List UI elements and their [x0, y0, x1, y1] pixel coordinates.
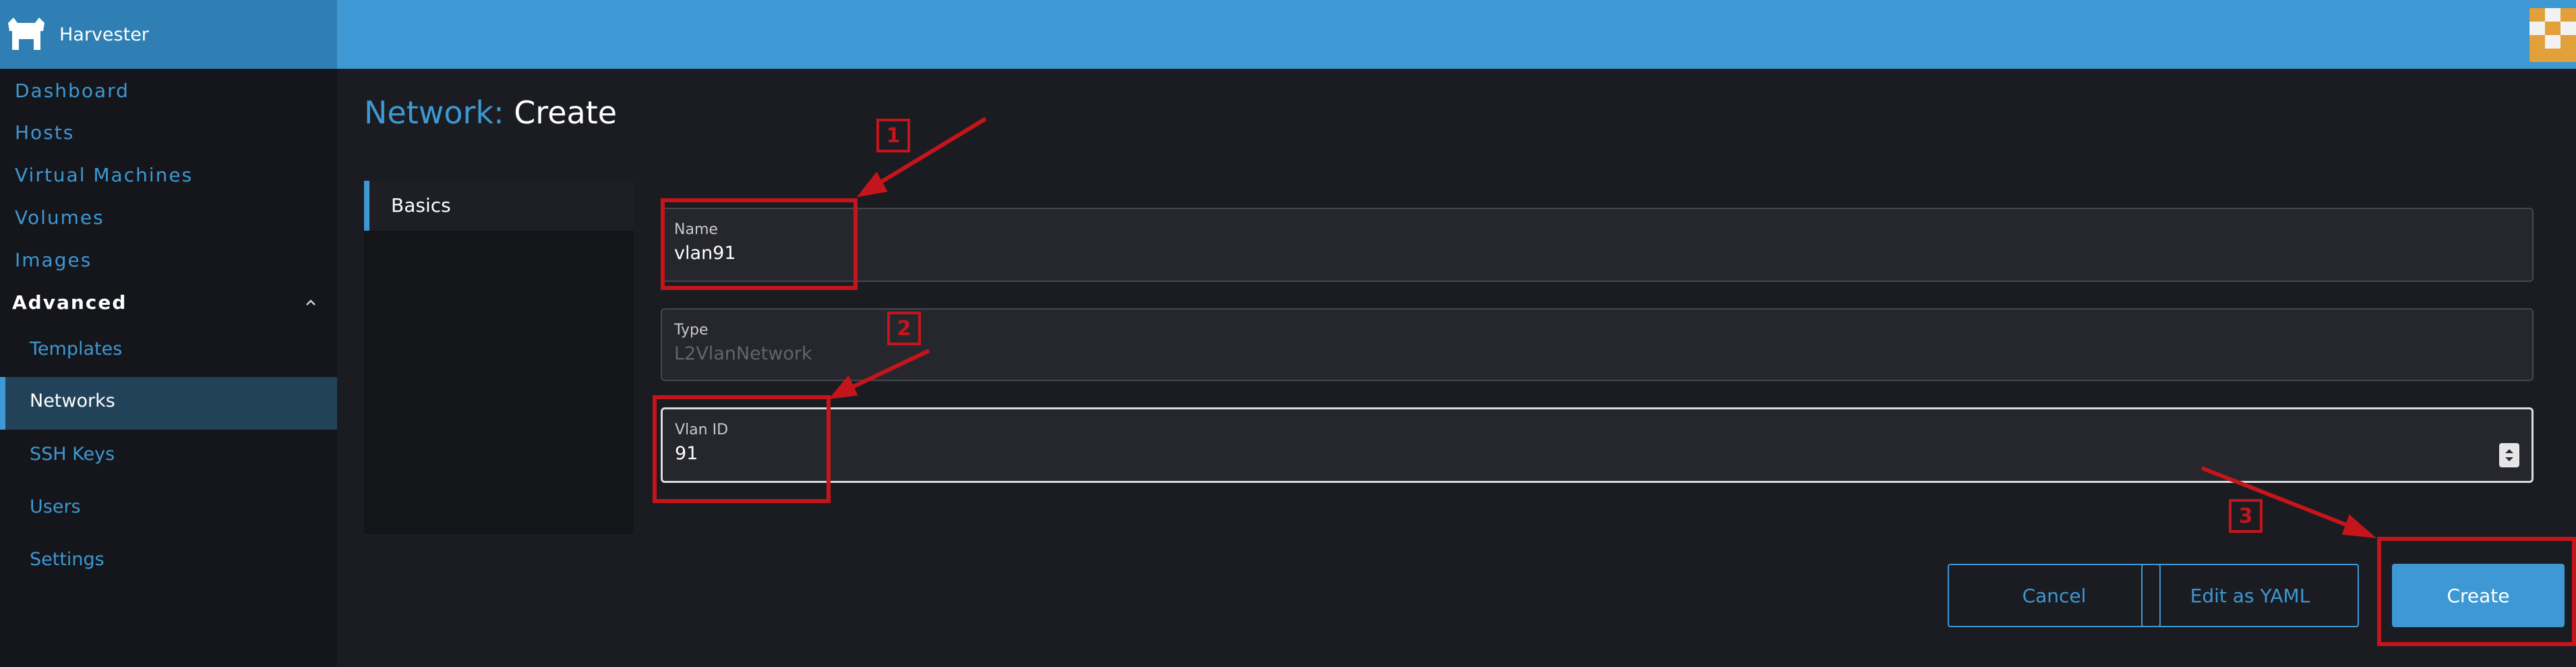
- annotation-number-3: 3: [2229, 499, 2263, 533]
- edit-as-yaml-button[interactable]: Edit as YAML: [2141, 564, 2359, 627]
- sidebar-item-settings[interactable]: Settings: [30, 549, 104, 570]
- top-header: [0, 0, 2576, 69]
- page-title-resource: Network:: [364, 94, 504, 131]
- sidebar-item-templates[interactable]: Templates: [30, 339, 122, 359]
- sidebar-item-networks[interactable]: Networks: [0, 377, 337, 430]
- avatar[interactable]: [2529, 8, 2576, 62]
- sidebar-item-label: Networks: [30, 390, 115, 411]
- type-field: Type L2VlanNetwork: [661, 308, 2534, 381]
- sidebar-item-dashboard[interactable]: Dashboard: [15, 80, 129, 102]
- annotation-box-create: [2377, 537, 2576, 646]
- sidebar-item-users[interactable]: Users: [30, 496, 81, 517]
- annotation-number-1: 1: [876, 119, 910, 152]
- harvester-logo-icon: [8, 18, 44, 50]
- tab-basics[interactable]: Basics: [364, 181, 634, 231]
- tabs-panel: Basics: [364, 181, 634, 534]
- chevron-up-icon: [306, 299, 316, 306]
- sidebar-item-volumes[interactable]: Volumes: [15, 206, 104, 229]
- type-field-value: L2VlanNetwork: [674, 343, 812, 364]
- sidebar: Dashboard Hosts Virtual Machines Volumes…: [0, 69, 337, 667]
- sidebar-item-virtual-machines[interactable]: Virtual Machines: [15, 164, 193, 186]
- page-title: Network: Create: [364, 94, 617, 131]
- annotation-number-2: 2: [887, 312, 921, 345]
- page-title-action: Create: [514, 94, 618, 131]
- sidebar-group-label: Advanced: [12, 291, 127, 314]
- sidebar-item-hosts[interactable]: Hosts: [15, 121, 74, 144]
- vlan-id-field[interactable]: Vlan ID 91: [661, 407, 2534, 483]
- type-field-label: Type: [674, 322, 709, 339]
- tab-basics-label: Basics: [391, 194, 451, 216]
- name-field[interactable]: Name vlan91: [661, 208, 2534, 282]
- sidebar-group-advanced[interactable]: Advanced: [12, 291, 329, 314]
- brand[interactable]: Harvester: [0, 0, 337, 69]
- cancel-button[interactable]: Cancel: [1948, 564, 2161, 627]
- annotation-box-vlan-id: [653, 395, 831, 503]
- sidebar-item-ssh-keys[interactable]: SSH Keys: [30, 444, 115, 465]
- sidebar-item-images[interactable]: Images: [15, 249, 92, 271]
- number-stepper-icon[interactable]: [2499, 443, 2519, 467]
- app-name: Harvester: [59, 24, 149, 45]
- annotation-box-name: [661, 198, 858, 290]
